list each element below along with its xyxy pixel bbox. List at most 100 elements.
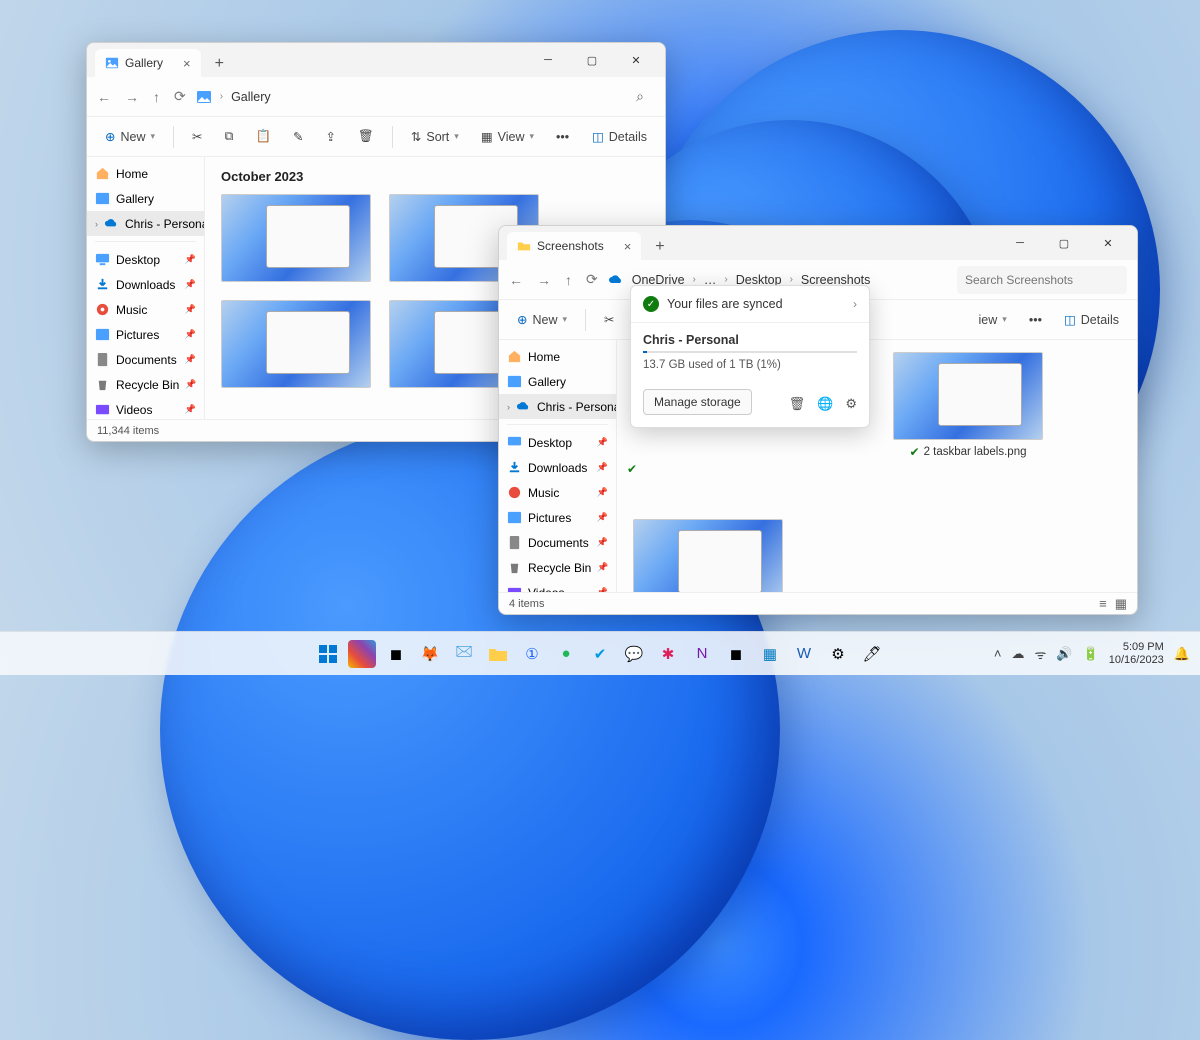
folder-icon bbox=[517, 239, 531, 253]
forward-button[interactable]: → bbox=[537, 272, 551, 288]
up-button[interactable]: ↑ bbox=[153, 89, 160, 105]
breadcrumb[interactable]: › Gallery bbox=[196, 89, 615, 105]
volume-icon[interactable]: 🔊 bbox=[1056, 646, 1072, 662]
minimize-button[interactable]: ─ bbox=[527, 43, 569, 77]
sidebar-item-pictures[interactable]: Pictures📌 bbox=[499, 505, 616, 530]
new-button[interactable]: ⊕New▾ bbox=[509, 308, 575, 331]
notifications-icon[interactable]: 🔔 bbox=[1174, 646, 1190, 662]
new-button[interactable]: ⊕New▾ bbox=[97, 125, 163, 148]
taskbar-app[interactable] bbox=[348, 640, 376, 668]
more-button[interactable]: ••• bbox=[548, 126, 577, 148]
close-button[interactable]: ✕ bbox=[615, 43, 657, 77]
close-button[interactable]: ✕ bbox=[1087, 226, 1129, 260]
sidebar-item-downloads[interactable]: Downloads📌 bbox=[87, 272, 204, 297]
sidebar-item-gallery[interactable]: Gallery bbox=[87, 186, 204, 211]
taskbar-app-explorer[interactable] bbox=[484, 640, 512, 668]
minimize-button[interactable]: ─ bbox=[999, 226, 1041, 260]
file-item[interactable]: ✔2 taskbar labels.png bbox=[893, 352, 1043, 459]
sidebar-item-home[interactable]: Home bbox=[499, 344, 616, 369]
taskbar-app[interactable]: ✱ bbox=[654, 640, 682, 668]
refresh-button[interactable]: ⟳ bbox=[586, 271, 598, 288]
recycle-icon[interactable]: 🗑 bbox=[789, 396, 806, 412]
cut-button[interactable]: ✂ bbox=[184, 125, 210, 148]
copy-button[interactable]: ⧉ bbox=[217, 125, 242, 148]
sidebar-item-recycle[interactable]: Recycle Bin📌 bbox=[87, 372, 204, 397]
sidebar-item-onedrive[interactable]: ›Chris - Personal bbox=[87, 211, 204, 236]
more-button[interactable]: ••• bbox=[1021, 309, 1050, 331]
sidebar-item-desktop[interactable]: Desktop📌 bbox=[499, 430, 616, 455]
search-input[interactable] bbox=[957, 266, 1127, 294]
search-icon[interactable]: ⌕ bbox=[625, 88, 655, 105]
sidebar-item-recycle[interactable]: Recycle Bin📌 bbox=[499, 555, 616, 580]
close-tab-icon[interactable]: × bbox=[183, 56, 191, 71]
new-tab-button[interactable]: + bbox=[207, 51, 232, 77]
view-button[interactable]: iew▾ bbox=[971, 309, 1015, 331]
battery-icon[interactable]: 🔋 bbox=[1083, 646, 1099, 662]
view-icon: ▦ bbox=[481, 129, 493, 144]
delete-button[interactable]: 🗑 bbox=[350, 125, 382, 148]
new-tab-button[interactable]: + bbox=[647, 234, 672, 260]
tray-chevron-icon[interactable]: ˄ bbox=[994, 646, 1002, 661]
forward-button[interactable]: → bbox=[125, 89, 139, 105]
sidebar-item-videos[interactable]: Videos📌 bbox=[87, 397, 204, 419]
gear-icon[interactable]: ⚙ bbox=[845, 396, 857, 412]
cut-button[interactable]: ✂ bbox=[596, 308, 622, 331]
details-pane-button[interactable]: ◫Details bbox=[584, 125, 655, 148]
up-button[interactable]: ↑ bbox=[565, 272, 572, 288]
chevron-right-icon[interactable]: › bbox=[853, 297, 857, 311]
maximize-button[interactable]: ▢ bbox=[1043, 226, 1085, 260]
taskbar-app[interactable]: ◼ bbox=[722, 640, 750, 668]
taskbar-app[interactable]: ⚙ bbox=[824, 640, 852, 668]
paste-button[interactable]: 📋 bbox=[247, 125, 279, 148]
taskbar-app[interactable]: 🖊 bbox=[858, 640, 886, 668]
taskbar-app[interactable]: ● bbox=[552, 640, 580, 668]
back-button[interactable]: ← bbox=[509, 272, 523, 288]
close-tab-icon[interactable]: × bbox=[624, 239, 632, 254]
sidebar-item-gallery[interactable]: Gallery bbox=[499, 369, 616, 394]
sidebar-item-music[interactable]: Music📌 bbox=[87, 297, 204, 322]
downloads-icon bbox=[95, 277, 110, 292]
taskbar-app[interactable]: ◼ bbox=[382, 640, 410, 668]
globe-icon[interactable]: 🌐 bbox=[817, 396, 833, 412]
sidebar: Home Gallery ›Chris - Personal Desktop📌 … bbox=[499, 340, 617, 592]
rename-icon: ✎ bbox=[293, 129, 303, 144]
sidebar-item-downloads[interactable]: Downloads📌 bbox=[499, 455, 616, 480]
start-button[interactable] bbox=[314, 640, 342, 668]
clock[interactable]: 5:09 PM 10/16/2023 bbox=[1109, 641, 1164, 666]
sidebar-item-pictures[interactable]: Pictures📌 bbox=[87, 322, 204, 347]
sidebar-item-desktop[interactable]: Desktop📌 bbox=[87, 247, 204, 272]
gallery-thumbnail[interactable] bbox=[221, 300, 371, 388]
tab-gallery[interactable]: Gallery × bbox=[95, 49, 201, 77]
view-button[interactable]: ▦View▾ bbox=[473, 125, 542, 148]
sort-button[interactable]: ⇅Sort▾ bbox=[403, 125, 467, 148]
taskbar-app[interactable]: ① bbox=[518, 640, 546, 668]
gallery-thumbnail[interactable] bbox=[221, 194, 371, 282]
tab-screenshots[interactable]: Screenshots × bbox=[507, 232, 641, 260]
taskbar-app[interactable]: 💬 bbox=[620, 640, 648, 668]
trash-icon: 🗑 bbox=[358, 129, 374, 144]
sidebar-item-documents[interactable]: Documents📌 bbox=[499, 530, 616, 555]
rename-button[interactable]: ✎ bbox=[285, 125, 311, 148]
back-button[interactable]: ← bbox=[97, 89, 111, 105]
refresh-button[interactable]: ⟳ bbox=[174, 88, 186, 105]
taskbar-app[interactable]: N bbox=[688, 640, 716, 668]
sidebar-item-music[interactable]: Music📌 bbox=[499, 480, 616, 505]
manage-storage-button[interactable]: Manage storage bbox=[643, 389, 752, 415]
wifi-icon[interactable]: ᯤ bbox=[1035, 645, 1047, 663]
details-pane-button[interactable]: ◫Details bbox=[1056, 308, 1127, 331]
sidebar-item-onedrive[interactable]: ›Chris - Personal bbox=[499, 394, 616, 419]
taskbar-app[interactable]: ✔ bbox=[586, 640, 614, 668]
taskbar-app[interactable]: ▦ bbox=[756, 640, 784, 668]
sidebar-item-home[interactable]: Home bbox=[87, 161, 204, 186]
onedrive-tray-icon[interactable]: ☁ bbox=[1012, 646, 1025, 662]
maximize-button[interactable]: ▢ bbox=[571, 43, 613, 77]
taskbar-app[interactable]: 🖂 bbox=[450, 640, 478, 668]
sidebar-item-videos[interactable]: Videos📌 bbox=[499, 580, 616, 592]
taskbar-app[interactable]: W bbox=[790, 640, 818, 668]
grid-view-button[interactable]: ▦ bbox=[1115, 596, 1127, 612]
share-button[interactable]: ⇪ bbox=[318, 125, 344, 148]
list-view-button[interactable]: ≡ bbox=[1099, 596, 1107, 612]
file-item[interactable]: ✔3 backup.png bbox=[633, 519, 783, 592]
taskbar-app[interactable]: 🦊 bbox=[416, 640, 444, 668]
sidebar-item-documents[interactable]: Documents📌 bbox=[87, 347, 204, 372]
